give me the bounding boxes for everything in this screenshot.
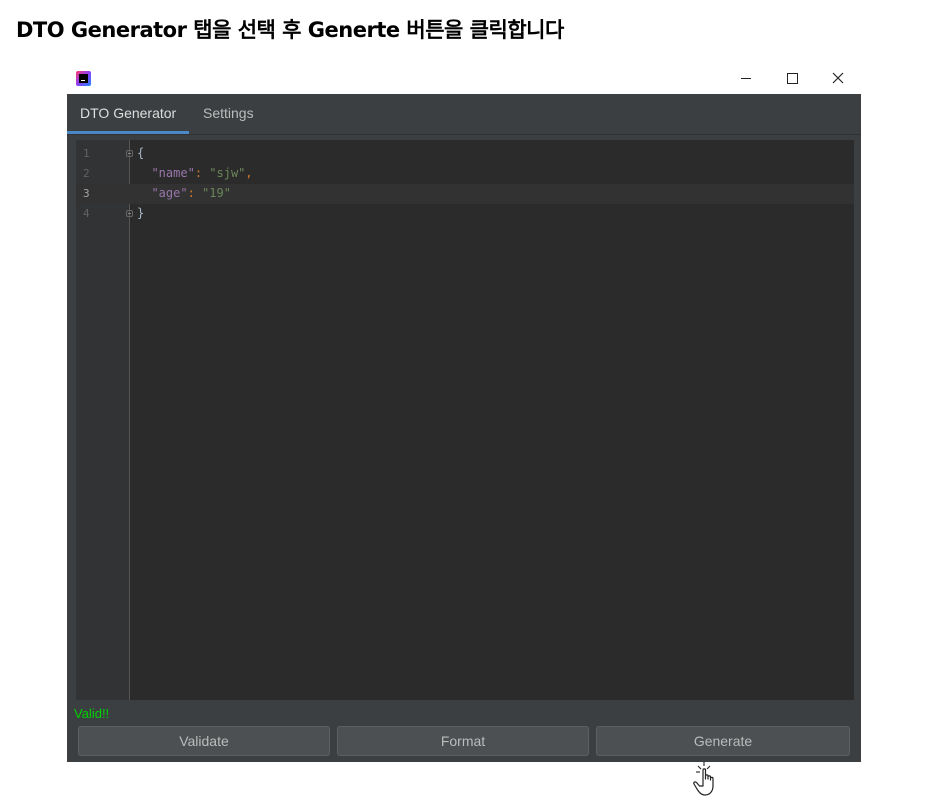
tab-settings[interactable]: Settings [190, 94, 267, 134]
line-number: 4 [83, 207, 90, 220]
line-number: 2 [83, 167, 90, 180]
window-content: DTO Generator Settings 1 { 2 "name": "sj… [67, 94, 861, 762]
validate-button[interactable]: Validate [78, 726, 330, 756]
editor-line[interactable]: 2 "name": "sjw", [76, 164, 854, 184]
code-text: { [137, 146, 145, 160]
close-icon [832, 72, 844, 84]
title-bar [67, 62, 861, 94]
minimize-icon [741, 77, 751, 79]
code-text: } [137, 206, 145, 220]
intellij-app-icon [76, 71, 91, 86]
fold-icon[interactable] [126, 210, 133, 217]
editor-line[interactable]: 4 } [76, 204, 854, 224]
editor-line[interactable]: 1 { [76, 144, 854, 164]
json-editor[interactable]: 1 { 2 "name": "sjw", 3 "age": "19" 4 } [76, 140, 854, 700]
fold-icon[interactable] [126, 150, 133, 157]
line-number-gutter [76, 140, 130, 700]
validation-status: Valid!! [74, 706, 110, 721]
maximize-icon [786, 72, 798, 84]
editor-line-current[interactable]: 3 "age": "19" [76, 184, 854, 204]
instruction-heading: DTO Generator 탭을 선택 후 Generte 버튼을 클릭합니다 [16, 18, 564, 42]
tab-label: Settings [203, 105, 254, 121]
plugin-window: DTO Generator Settings 1 { 2 "name": "sj… [67, 62, 861, 762]
generate-button[interactable]: Generate [596, 726, 850, 756]
line-number: 3 [83, 187, 90, 200]
hand-pointer-click-icon [693, 762, 714, 796]
tab-label: DTO Generator [80, 105, 177, 121]
tab-bar: DTO Generator Settings [67, 94, 861, 135]
tab-dto-generator[interactable]: DTO Generator [67, 94, 190, 134]
line-number: 1 [83, 147, 90, 160]
active-tab-indicator [67, 131, 190, 134]
code-text: "name": "sjw", [151, 166, 253, 180]
maximize-button[interactable] [769, 62, 815, 94]
minimize-button[interactable] [723, 62, 769, 94]
close-button[interactable] [815, 62, 861, 94]
code-text: "age": "19" [151, 186, 231, 200]
format-button[interactable]: Format [337, 726, 589, 756]
